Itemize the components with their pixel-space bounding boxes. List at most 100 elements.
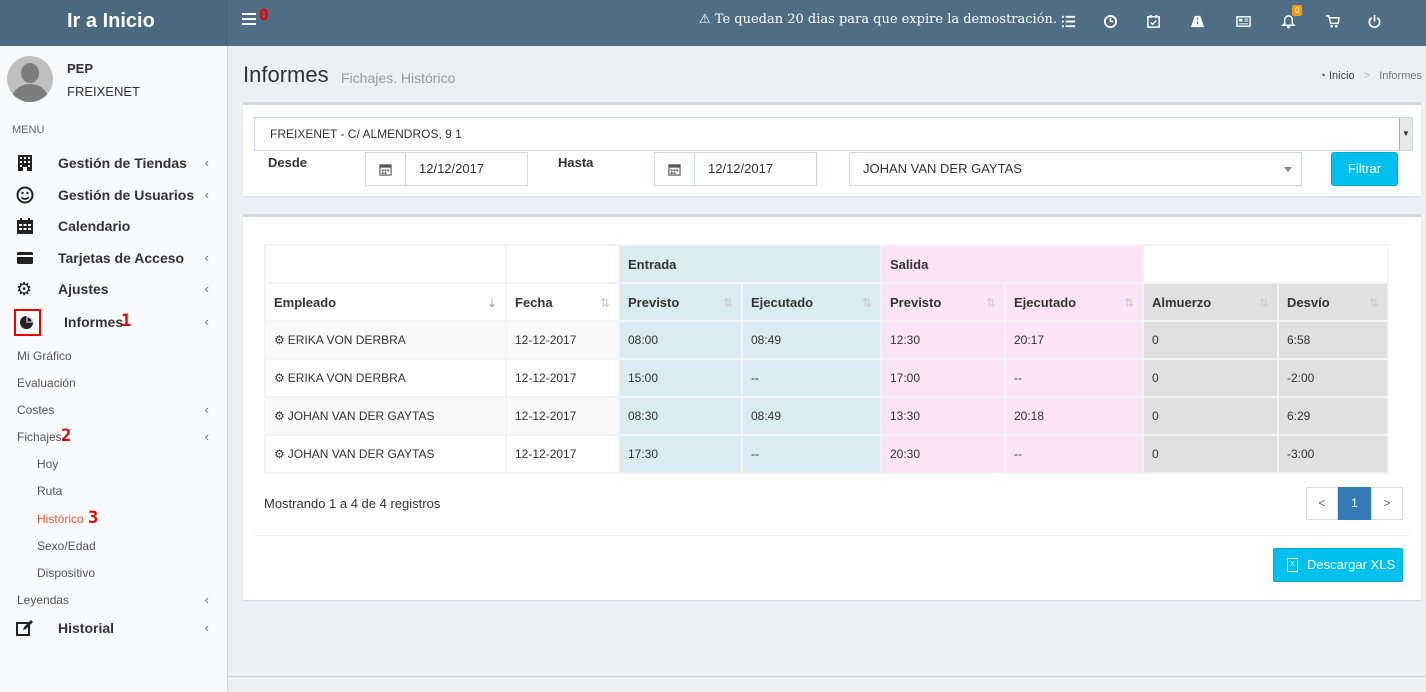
pagination: < 1 >	[1306, 487, 1403, 520]
sidebar-item-tiendas[interactable]: Gestión de Tiendas ‹	[0, 148, 228, 178]
sort-icon[interactable]: ⇅	[862, 296, 872, 310]
footer-divider	[228, 676, 1426, 677]
chevron-left-icon: ‹	[204, 281, 209, 296]
sidebar-item-informes[interactable]: Informes 1 ‹	[0, 307, 228, 337]
table-row: ⚙ JOHAN VAN DER GAYTAS 12-12-2017 08:30 0…	[264, 396, 1389, 436]
download-xls-label: Descargar XLS	[1307, 557, 1396, 572]
sidebar-item-usuarios[interactable]: Gestión de Usuarios ‹	[0, 180, 228, 210]
annotation-marker-2: 2	[61, 426, 72, 446]
sort-asc-icon[interactable]: ⇣	[487, 296, 497, 310]
breadcrumb-current: Informes	[1379, 70, 1422, 82]
column-header-previsto-salida[interactable]: Previsto ⇅	[880, 282, 1006, 322]
edit-icon	[16, 620, 33, 636]
sort-icon[interactable]: ⇅	[600, 296, 610, 310]
cart-icon[interactable]	[1324, 13, 1340, 29]
road-icon[interactable]	[1189, 13, 1205, 29]
calendar-icon[interactable]	[365, 152, 406, 186]
sidebar-subitem-ruta[interactable]: Ruta	[0, 479, 228, 503]
sidebar-item-historial[interactable]: Historial ‹	[0, 613, 228, 643]
desde-date-input[interactable]: 12/12/2017	[406, 152, 528, 186]
brand-home-link[interactable]: Ir a Inicio	[0, 0, 228, 46]
sidebar-item-calendario[interactable]: Calendario	[0, 211, 228, 241]
sidebar-subitem-label: Costes	[17, 403, 55, 417]
sidebar-subitem-fichajes[interactable]: Fichajes 2 ‹	[0, 425, 228, 449]
sidebar-subitem-leyendas[interactable]: Leyendas ‹	[0, 588, 228, 612]
pagination-prev[interactable]: <	[1306, 487, 1338, 520]
top-navbar: Ir a Inicio 0 ⚠ Te quedan 20 dias para q…	[0, 0, 1426, 46]
sidebar-subitem-hoy[interactable]: Hoy	[0, 452, 228, 476]
sidebar-item-ajustes[interactable]: ⚙ Ajustes ‹	[0, 274, 228, 304]
records-info: Mostrando 1 a 4 de 4 registros	[264, 496, 441, 511]
column-header-desvio[interactable]: Desvío ⇅	[1277, 282, 1389, 322]
column-header-ejecutado-entrada[interactable]: Ejecutado ⇅	[741, 282, 882, 322]
sidebar-subitem-costes[interactable]: Costes ‹	[0, 398, 228, 422]
newspaper-icon[interactable]	[1235, 13, 1251, 29]
filter-button[interactable]: Filtrar	[1331, 152, 1398, 186]
sidebar-subitem-sexo-edad[interactable]: Sexo/Edad	[0, 534, 228, 558]
chevron-left-icon: ‹	[204, 250, 209, 265]
sidebar-subitem-historico[interactable]: Histórico 3	[0, 507, 228, 531]
sidebar-subitem-mi-grafico[interactable]: Mi Gráfico	[0, 344, 228, 368]
sidebar-subitem-evaluacion[interactable]: Evaluación	[0, 371, 228, 395]
breadcrumb-separator: >	[1363, 70, 1371, 82]
employee-select[interactable]: JOHAN VAN DER GAYTAS	[849, 152, 1302, 186]
divider	[254, 535, 1410, 536]
sort-icon[interactable]: ⇅	[1124, 296, 1134, 310]
pie-chart-icon	[19, 315, 34, 330]
group-header-entrada: Entrada	[618, 244, 882, 284]
warning-icon: ⚠	[699, 12, 711, 27]
breadcrumb-home[interactable]: Inicio	[1329, 70, 1355, 82]
building-icon	[18, 155, 32, 171]
report-table: Entrada Salida Empleado ⇣ Fecha ⇅ Previsto…	[264, 244, 1389, 474]
sidebar-subitem-label: Hoy	[37, 457, 59, 471]
column-header-almuerzo[interactable]: Almuerzo ⇅	[1142, 282, 1279, 322]
breadcrumb: ◔ Inicio > Informes	[1319, 70, 1422, 82]
column-header-previsto-entrada[interactable]: Previsto ⇅	[618, 282, 743, 322]
sidebar-subitem-dispositivo[interactable]: Dispositivo	[0, 561, 228, 585]
desde-date-picker[interactable]: 12/12/2017	[365, 152, 528, 186]
user-first-name: PEP	[67, 61, 94, 76]
column-header-fecha[interactable]: Fecha ⇅	[505, 282, 620, 322]
download-xls-button[interactable]: X Descargar XLS	[1273, 548, 1403, 582]
gear-icon[interactable]: ⚙	[274, 409, 285, 423]
gear-icon[interactable]: ⚙	[274, 371, 285, 385]
sort-icon[interactable]: ⇅	[1369, 296, 1379, 310]
chevron-left-icon: ‹	[204, 314, 209, 329]
hasta-date-input[interactable]: 12/12/2017	[695, 152, 817, 186]
calendar-icon[interactable]	[654, 152, 695, 186]
chevron-left-icon: ‹	[204, 402, 209, 417]
pagination-next[interactable]: >	[1371, 487, 1403, 520]
gear-icon[interactable]: ⚙	[274, 333, 285, 347]
hasta-date-picker[interactable]: 12/12/2017	[654, 152, 817, 186]
sidebar-subitem-label: Fichajes	[17, 430, 62, 444]
annotation-marker-0: 0	[259, 5, 269, 24]
sort-icon[interactable]: ⇅	[1259, 296, 1269, 310]
gear-icon[interactable]: ⚙	[274, 447, 285, 461]
power-icon[interactable]	[1366, 13, 1382, 29]
caret-down-icon	[1284, 167, 1292, 172]
table-row: ⚙ JOHAN VAN DER GAYTAS 12-12-2017 17:30 -…	[264, 434, 1389, 474]
sort-icon[interactable]: ⇅	[986, 296, 996, 310]
chevron-left-icon: ‹	[204, 155, 209, 170]
shop-select[interactable]: FREIXENET - C/ ALMENDROS, 9 1 ▼	[254, 117, 1413, 151]
column-header-ejecutado-salida[interactable]: Ejecutado ⇅	[1004, 282, 1144, 322]
chevron-left-icon: ‹	[204, 429, 209, 444]
calendar-check-icon[interactable]	[1145, 13, 1161, 29]
sidebar-item-tarjetas[interactable]: Tarjetas de Acceso ‹	[0, 243, 228, 273]
pagination-page-1[interactable]: 1	[1338, 487, 1371, 520]
annotation-marker-3: 3	[88, 508, 99, 528]
menu-toggle-icon[interactable]	[242, 13, 256, 27]
credit-card-icon	[17, 252, 33, 264]
user-last-name: FREIXENET	[67, 84, 140, 99]
dashboard-icon: ◔	[1319, 70, 1326, 82]
demo-notice-text: Te quedan 20 dias para que expire la dem…	[714, 12, 1058, 27]
demo-notice: ⚠ Te quedan 20 dias para que expire la d…	[699, 12, 1057, 27]
sidebar-item-label: Tarjetas de Acceso	[58, 250, 185, 266]
chevron-left-icon: ‹	[204, 592, 209, 607]
clock-icon[interactable]	[1102, 13, 1118, 29]
column-header-empleado[interactable]: Empleado ⇣	[264, 282, 507, 322]
sort-icon[interactable]: ⇅	[723, 296, 733, 310]
sidebar-item-label: Informes	[64, 314, 124, 330]
list-icon[interactable]	[1060, 13, 1076, 29]
chevron-left-icon: ‹	[204, 620, 209, 635]
